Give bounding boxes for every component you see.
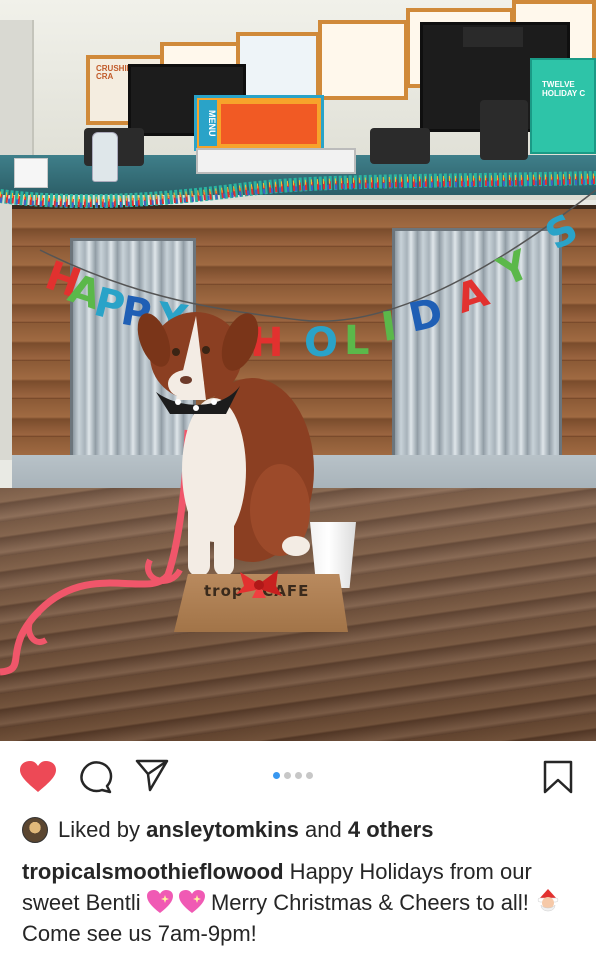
santa-icon xyxy=(537,889,559,912)
caption-text-2: Merry Christmas & Cheers to all! xyxy=(204,890,535,915)
like-button[interactable] xyxy=(18,757,58,797)
save-button[interactable] xyxy=(538,757,578,797)
bandana-dot xyxy=(193,405,199,411)
heart-filled-icon xyxy=(20,761,56,792)
carousel-dot xyxy=(295,772,302,779)
carousel-dot xyxy=(284,772,291,779)
bookmark-icon xyxy=(543,760,573,794)
liker-avatar[interactable] xyxy=(22,817,48,843)
comment-icon xyxy=(80,761,113,794)
carousel-dot xyxy=(306,772,313,779)
dog-paw xyxy=(282,536,310,556)
red-bow xyxy=(236,570,282,598)
paper-plane-icon xyxy=(135,759,169,792)
leash-loop xyxy=(26,609,48,645)
share-button[interactable] xyxy=(132,755,172,795)
caption-username[interactable]: tropicalsmoothieflowood xyxy=(22,859,284,884)
post-caption: tropicalsmoothieflowood Happy Holidays f… xyxy=(22,856,582,949)
dog-leg xyxy=(188,490,210,576)
carousel-dot-active xyxy=(273,772,280,779)
post-photo[interactable]: CRUSHIN' ON CRA MENU TWELVE HOLIDAY C H … xyxy=(0,0,596,741)
likes-others-count[interactable]: 4 others xyxy=(348,817,434,843)
comment-button[interactable] xyxy=(76,757,116,797)
bandana-dot xyxy=(211,399,217,405)
liker-username[interactable]: ansleytomkins xyxy=(146,817,299,843)
post-action-bar xyxy=(0,741,596,813)
bandana-dot xyxy=(175,399,181,405)
carousel-indicator xyxy=(273,772,313,779)
dog-leg xyxy=(214,494,234,576)
likes-prefix: Liked by xyxy=(58,817,140,842)
dog-eye xyxy=(172,348,180,356)
dog-eye xyxy=(202,346,210,354)
likes-summary[interactable]: Liked by ansleytomkins and 4 others xyxy=(22,815,433,845)
dog-nose xyxy=(180,376,192,384)
sparkling-heart-icon xyxy=(178,890,205,913)
sparkling-heart-icon xyxy=(146,890,173,913)
caption-text-3: Come see us 7am-9pm! xyxy=(22,921,257,946)
likes-middle: and xyxy=(305,817,342,842)
